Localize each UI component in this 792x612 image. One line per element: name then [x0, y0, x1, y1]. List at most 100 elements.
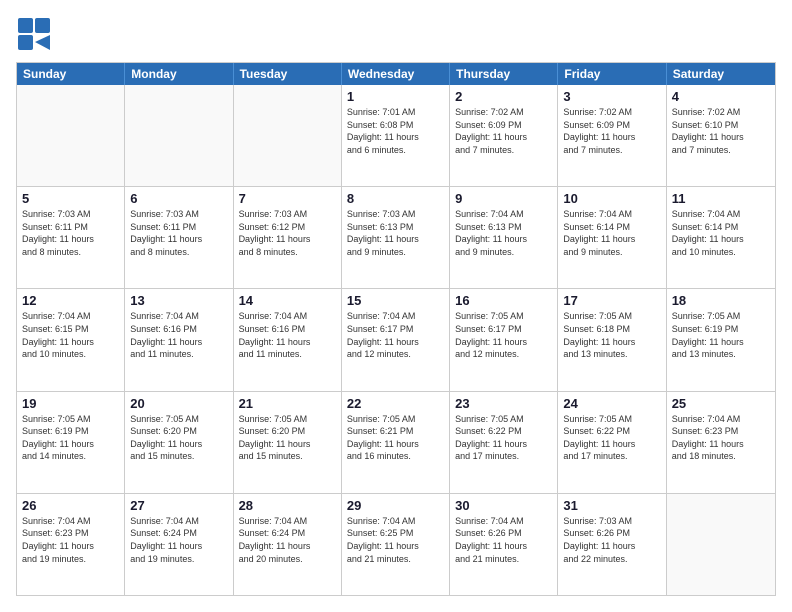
day-number: 27: [130, 498, 227, 513]
day-info: Sunrise: 7:02 AM Sunset: 6:09 PM Dayligh…: [455, 106, 552, 156]
day-number: 21: [239, 396, 336, 411]
day-header: Tuesday: [234, 63, 342, 85]
day-info: Sunrise: 7:01 AM Sunset: 6:08 PM Dayligh…: [347, 106, 444, 156]
day-cell: 24 Sunrise: 7:05 AM Sunset: 6:22 PM Dayli…: [558, 392, 666, 493]
day-cell: 19Sunrise: 7:05 AM Sunset: 6:19 PM Dayli…: [17, 392, 125, 493]
day-cell: 15Sunrise: 7:04 AM Sunset: 6:17 PM Dayli…: [342, 289, 450, 390]
day-info: Sunrise: 7:05 AM Sunset: 6:18 PM Dayligh…: [563, 310, 660, 360]
day-cell: 21 Sunrise: 7:05 AM Sunset: 6:20 PM Dayli…: [234, 392, 342, 493]
day-cell: 28 Sunrise: 7:04 AM Sunset: 6:24 PM Dayli…: [234, 494, 342, 595]
day-cell: 14Sunrise: 7:04 AM Sunset: 6:16 PM Dayli…: [234, 289, 342, 390]
day-cell: [667, 494, 775, 595]
day-cell: 20 Sunrise: 7:05 AM Sunset: 6:20 PM Dayli…: [125, 392, 233, 493]
day-info: Sunrise: 7:04 AM Sunset: 6:25 PM Dayligh…: [347, 515, 444, 565]
day-number: 29: [347, 498, 444, 513]
header: [16, 16, 776, 52]
day-cell: 26 Sunrise: 7:04 AM Sunset: 6:23 PM Dayli…: [17, 494, 125, 595]
day-number: 8: [347, 191, 444, 206]
day-cell: 2 Sunrise: 7:02 AM Sunset: 6:09 PM Daylig…: [450, 85, 558, 186]
day-info: Sunrise: 7:03 AM Sunset: 6:11 PM Dayligh…: [130, 208, 227, 258]
day-number: 2: [455, 89, 552, 104]
day-cell: 25Sunrise: 7:04 AM Sunset: 6:23 PM Dayli…: [667, 392, 775, 493]
day-cell: 3 Sunrise: 7:02 AM Sunset: 6:09 PM Daylig…: [558, 85, 666, 186]
day-cell: 9 Sunrise: 7:04 AM Sunset: 6:13 PM Daylig…: [450, 187, 558, 288]
day-number: 23: [455, 396, 552, 411]
day-cell: 27 Sunrise: 7:04 AM Sunset: 6:24 PM Dayli…: [125, 494, 233, 595]
day-number: 19: [22, 396, 119, 411]
day-number: 28: [239, 498, 336, 513]
day-number: 26: [22, 498, 119, 513]
day-cell: 12Sunrise: 7:04 AM Sunset: 6:15 PM Dayli…: [17, 289, 125, 390]
day-cell: 18 Sunrise: 7:05 AM Sunset: 6:19 PM Dayli…: [667, 289, 775, 390]
week-row: 26 Sunrise: 7:04 AM Sunset: 6:23 PM Dayli…: [17, 493, 775, 595]
day-info: Sunrise: 7:05 AM Sunset: 6:17 PM Dayligh…: [455, 310, 552, 360]
day-info: Sunrise: 7:03 AM Sunset: 6:26 PM Dayligh…: [563, 515, 660, 565]
day-info: Sunrise: 7:05 AM Sunset: 6:22 PM Dayligh…: [563, 413, 660, 463]
day-info: Sunrise: 7:04 AM Sunset: 6:16 PM Dayligh…: [130, 310, 227, 360]
day-number: 31: [563, 498, 660, 513]
day-number: 17: [563, 293, 660, 308]
day-info: Sunrise: 7:05 AM Sunset: 6:20 PM Dayligh…: [130, 413, 227, 463]
day-info: Sunrise: 7:02 AM Sunset: 6:09 PM Dayligh…: [563, 106, 660, 156]
day-info: Sunrise: 7:02 AM Sunset: 6:10 PM Dayligh…: [672, 106, 770, 156]
day-header: Sunday: [17, 63, 125, 85]
day-cell: [234, 85, 342, 186]
day-number: 30: [455, 498, 552, 513]
day-cell: 4 Sunrise: 7:02 AM Sunset: 6:10 PM Daylig…: [667, 85, 775, 186]
day-cell: 23 Sunrise: 7:05 AM Sunset: 6:22 PM Dayli…: [450, 392, 558, 493]
day-header: Monday: [125, 63, 233, 85]
day-cell: 29 Sunrise: 7:04 AM Sunset: 6:25 PM Dayli…: [342, 494, 450, 595]
day-cell: 17 Sunrise: 7:05 AM Sunset: 6:18 PM Dayli…: [558, 289, 666, 390]
day-number: 6: [130, 191, 227, 206]
day-info: Sunrise: 7:04 AM Sunset: 6:15 PM Dayligh…: [22, 310, 119, 360]
week-row: 5 Sunrise: 7:03 AM Sunset: 6:11 PM Daylig…: [17, 186, 775, 288]
day-cell: 5 Sunrise: 7:03 AM Sunset: 6:11 PM Daylig…: [17, 187, 125, 288]
day-info: Sunrise: 7:05 AM Sunset: 6:19 PM Dayligh…: [672, 310, 770, 360]
day-number: 11: [672, 191, 770, 206]
day-number: 24: [563, 396, 660, 411]
calendar-body: 1 Sunrise: 7:01 AM Sunset: 6:08 PM Daylig…: [17, 85, 775, 595]
day-info: Sunrise: 7:04 AM Sunset: 6:14 PM Dayligh…: [563, 208, 660, 258]
day-cell: 22Sunrise: 7:05 AM Sunset: 6:21 PM Dayli…: [342, 392, 450, 493]
day-cell: 8 Sunrise: 7:03 AM Sunset: 6:13 PM Daylig…: [342, 187, 450, 288]
page: SundayMondayTuesdayWednesdayThursdayFrid…: [0, 0, 792, 612]
calendar: SundayMondayTuesdayWednesdayThursdayFrid…: [16, 62, 776, 596]
day-number: 3: [563, 89, 660, 104]
day-cell: 11Sunrise: 7:04 AM Sunset: 6:14 PM Dayli…: [667, 187, 775, 288]
logo: [16, 16, 52, 52]
day-header: Thursday: [450, 63, 558, 85]
day-info: Sunrise: 7:05 AM Sunset: 6:22 PM Dayligh…: [455, 413, 552, 463]
day-info: Sunrise: 7:04 AM Sunset: 6:17 PM Dayligh…: [347, 310, 444, 360]
day-number: 18: [672, 293, 770, 308]
week-row: 19Sunrise: 7:05 AM Sunset: 6:19 PM Dayli…: [17, 391, 775, 493]
day-info: Sunrise: 7:04 AM Sunset: 6:24 PM Dayligh…: [130, 515, 227, 565]
day-number: 20: [130, 396, 227, 411]
week-row: 12Sunrise: 7:04 AM Sunset: 6:15 PM Dayli…: [17, 288, 775, 390]
day-info: Sunrise: 7:03 AM Sunset: 6:11 PM Dayligh…: [22, 208, 119, 258]
day-number: 9: [455, 191, 552, 206]
day-headers: SundayMondayTuesdayWednesdayThursdayFrid…: [17, 63, 775, 85]
day-number: 13: [130, 293, 227, 308]
day-info: Sunrise: 7:03 AM Sunset: 6:13 PM Dayligh…: [347, 208, 444, 258]
day-header: Saturday: [667, 63, 775, 85]
day-number: 16: [455, 293, 552, 308]
day-info: Sunrise: 7:04 AM Sunset: 6:26 PM Dayligh…: [455, 515, 552, 565]
day-header: Wednesday: [342, 63, 450, 85]
day-cell: 7Sunrise: 7:03 AM Sunset: 6:12 PM Daylig…: [234, 187, 342, 288]
day-cell: 1 Sunrise: 7:01 AM Sunset: 6:08 PM Daylig…: [342, 85, 450, 186]
day-info: Sunrise: 7:05 AM Sunset: 6:21 PM Dayligh…: [347, 413, 444, 463]
day-info: Sunrise: 7:05 AM Sunset: 6:20 PM Dayligh…: [239, 413, 336, 463]
week-row: 1 Sunrise: 7:01 AM Sunset: 6:08 PM Daylig…: [17, 85, 775, 186]
day-number: 5: [22, 191, 119, 206]
day-info: Sunrise: 7:04 AM Sunset: 6:23 PM Dayligh…: [22, 515, 119, 565]
day-cell: 30 Sunrise: 7:04 AM Sunset: 6:26 PM Dayli…: [450, 494, 558, 595]
logo-icon: [16, 16, 52, 52]
day-info: Sunrise: 7:04 AM Sunset: 6:24 PM Dayligh…: [239, 515, 336, 565]
day-number: 7: [239, 191, 336, 206]
day-number: 4: [672, 89, 770, 104]
day-cell: 10Sunrise: 7:04 AM Sunset: 6:14 PM Dayli…: [558, 187, 666, 288]
day-header: Friday: [558, 63, 666, 85]
day-number: 1: [347, 89, 444, 104]
day-info: Sunrise: 7:04 AM Sunset: 6:13 PM Dayligh…: [455, 208, 552, 258]
day-cell: 6 Sunrise: 7:03 AM Sunset: 6:11 PM Daylig…: [125, 187, 233, 288]
